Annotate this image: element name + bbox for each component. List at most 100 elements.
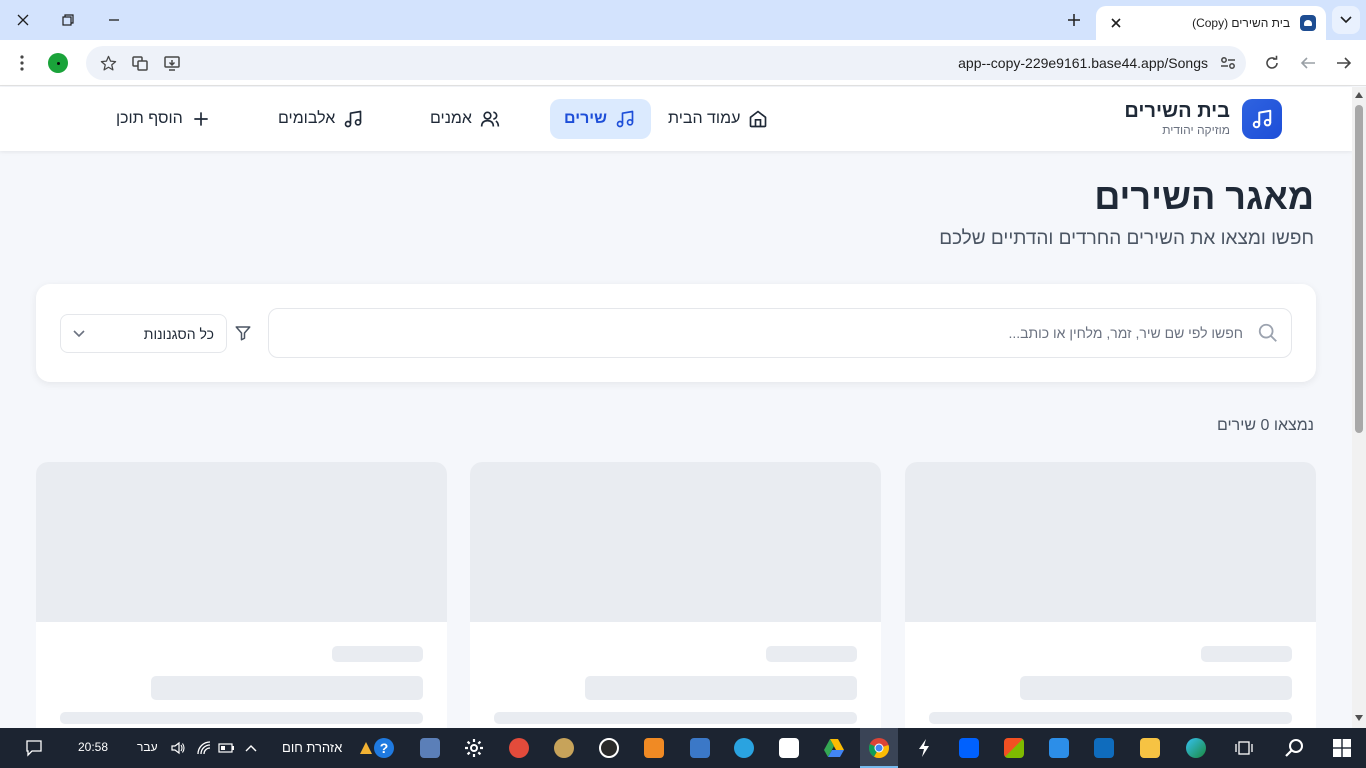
scroll-down-arrow-icon[interactable] (1355, 715, 1363, 721)
nav-home[interactable]: עמוד הבית (652, 99, 784, 139)
page-scrollbar[interactable] (1352, 87, 1366, 728)
scroll-up-arrow-icon[interactable] (1355, 92, 1363, 98)
arrow-right-icon (1337, 57, 1352, 69)
browser-menu-button[interactable] (8, 49, 36, 77)
folder-icon (1140, 738, 1160, 758)
media-player-icon (599, 738, 619, 758)
taskbar-app[interactable] (550, 734, 578, 762)
settings-app[interactable] (460, 734, 488, 762)
install-app-icon (164, 56, 180, 71)
reload-button[interactable] (1258, 49, 1286, 77)
profile-avatar[interactable] (48, 53, 68, 73)
outlook-app[interactable] (1090, 734, 1118, 762)
site-info-button[interactable] (1214, 49, 1242, 77)
search-icon (1258, 323, 1277, 342)
speaker-icon (171, 741, 185, 755)
back-button[interactable] (1330, 49, 1358, 77)
install-app-button[interactable] (158, 49, 186, 77)
music-note-icon (1252, 109, 1272, 129)
mail-app[interactable] (1045, 734, 1073, 762)
skeleton-image (36, 462, 447, 622)
filter-icon (235, 326, 251, 341)
help-icon: ? (374, 738, 394, 758)
plus-icon (194, 112, 208, 126)
site-favicon-icon (1300, 15, 1316, 31)
arrow-left-icon (1300, 57, 1315, 69)
search-button[interactable] (1280, 734, 1308, 762)
help-app[interactable]: ? (370, 734, 398, 762)
close-icon (1111, 18, 1121, 28)
taskbar-app[interactable] (640, 734, 668, 762)
restore-window-button[interactable] (45, 0, 91, 40)
song-card-skeleton (905, 462, 1316, 732)
google-drive-icon (824, 739, 844, 757)
taskbar-app[interactable] (416, 734, 444, 762)
forward-button[interactable] (1294, 49, 1322, 77)
brand[interactable]: בית השירים מוזיקה יהודית (1124, 99, 1282, 139)
nav-albums[interactable]: אלבומים (262, 99, 379, 139)
volume-button[interactable] (164, 734, 192, 762)
tab-search-button[interactable] (1332, 6, 1360, 34)
telegram-app[interactable] (730, 734, 758, 762)
dropbox-app[interactable] (955, 734, 983, 762)
bookmark-star-button[interactable] (94, 49, 122, 77)
clock-time[interactable]: 20:58 (78, 740, 108, 754)
home-icon (750, 110, 767, 128)
minimize-icon (109, 19, 119, 21)
skeleton-line (585, 676, 857, 700)
amazon-icon (779, 738, 799, 758)
star-icon (100, 55, 116, 71)
taskbar-app[interactable] (505, 734, 533, 762)
translate-button[interactable] (126, 49, 154, 77)
translate-icon (132, 56, 148, 71)
headphones-app-icon (509, 738, 529, 758)
task-view-button[interactable] (1230, 734, 1258, 762)
weather-alert[interactable]: אזהרת חום (282, 740, 342, 755)
close-window-button[interactable] (0, 0, 46, 40)
genre-select[interactable]: כל הסגנונות (60, 314, 227, 353)
chrome-app[interactable] (865, 734, 893, 762)
store-app[interactable] (1000, 734, 1028, 762)
search-box[interactable] (268, 308, 1292, 358)
skeleton-line (332, 646, 423, 662)
wifi-icon (197, 741, 211, 755)
notifications-button[interactable] (20, 734, 48, 762)
amazon-app[interactable] (775, 734, 803, 762)
browser-tab[interactable]: בית השירים (Copy) (1096, 6, 1326, 40)
skeleton-line (1020, 676, 1292, 700)
chevron-up-icon (245, 745, 257, 752)
nav-songs[interactable]: שירים (550, 99, 651, 139)
input-language[interactable]: עבר (137, 740, 158, 754)
search-input[interactable] (283, 309, 1243, 357)
telegram-icon (734, 738, 754, 758)
outlook-icon (1094, 738, 1114, 758)
show-hidden-icons-button[interactable] (237, 734, 265, 762)
start-button[interactable] (1328, 734, 1356, 762)
nav-artists-label: אמנים (430, 110, 472, 127)
nav-add-content-label: הוסף תוכן (116, 110, 183, 127)
nav-songs-label: שירים (564, 110, 607, 127)
nav-albums-label: אלבומים (278, 110, 336, 127)
tab-close-button[interactable] (1106, 13, 1126, 33)
results-count: נמצאו 0 שירים (1216, 417, 1314, 434)
nav-artists[interactable]: אמנים (414, 99, 516, 139)
chrome-icon (868, 738, 889, 759)
scroll-thumb[interactable] (1355, 105, 1363, 433)
search-card: כל הסגנונות (36, 284, 1316, 382)
taskbar-app[interactable] (595, 734, 623, 762)
edge-app[interactable] (1182, 734, 1210, 762)
svg-text:?: ? (380, 740, 389, 756)
browser-tab-bar: בית השירים (Copy) (0, 0, 1366, 40)
music-note-icon (344, 110, 362, 128)
google-drive-app[interactable] (820, 734, 848, 762)
notification-icon (26, 740, 42, 757)
taskbar-app[interactable] (910, 734, 938, 762)
address-bar[interactable]: app--copy-229e9161.base44.app/Songs (86, 46, 1246, 80)
brand-title: בית השירים (1124, 100, 1230, 122)
nav-add-content[interactable]: הוסף תוכן (100, 99, 227, 139)
taskbar-app[interactable] (686, 734, 714, 762)
minimize-window-button[interactable] (91, 0, 137, 40)
skeleton-line (1201, 646, 1292, 662)
new-tab-button[interactable] (1062, 8, 1086, 32)
file-explorer-app[interactable] (1136, 734, 1164, 762)
